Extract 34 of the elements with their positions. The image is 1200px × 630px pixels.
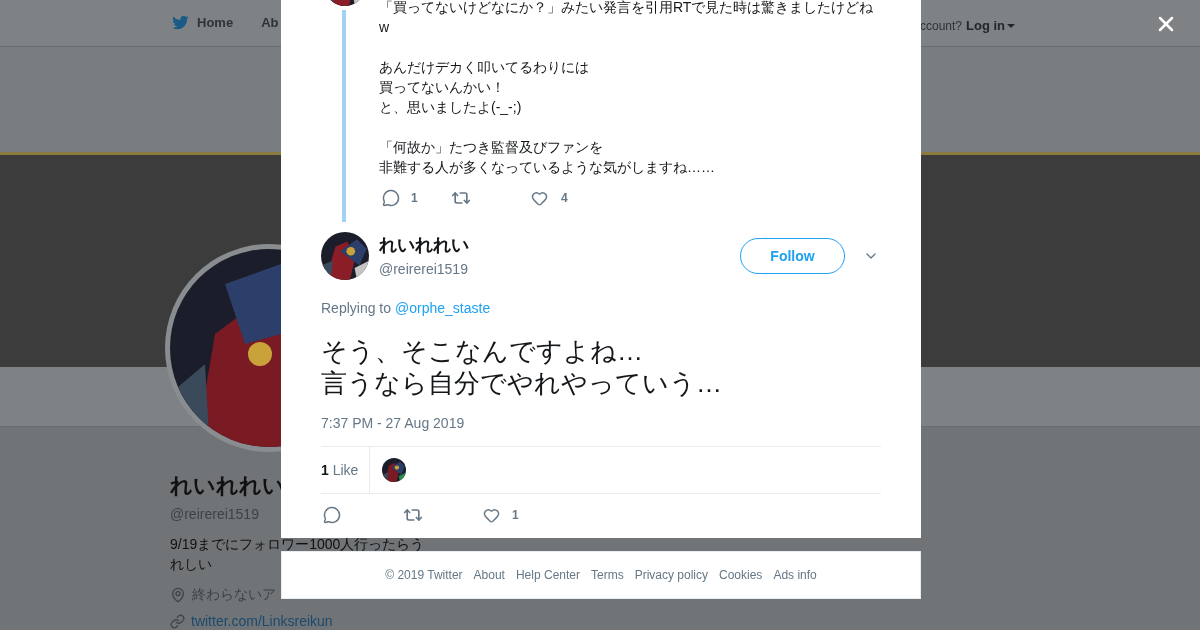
like-icon[interactable] xyxy=(483,506,500,524)
tweet-line: 「何故か」たつき監督及びファンを xyxy=(379,138,603,157)
footer-link[interactable]: Cookies xyxy=(719,566,763,584)
reply-count: 1 xyxy=(411,190,419,207)
author-handle: @reirerei1519 xyxy=(379,260,469,279)
author-name[interactable]: れいれれい xyxy=(379,232,740,259)
footer-link[interactable]: About xyxy=(473,566,505,584)
mention-link[interactable]: @orphe_staste xyxy=(395,298,491,319)
tweet-line: そう、そこなんですよね… xyxy=(321,335,643,367)
footer-link[interactable]: Terms xyxy=(591,566,624,584)
nav-link[interactable]: Home xyxy=(197,13,234,33)
footer-link[interactable]: Privacy policy xyxy=(634,566,708,584)
login-link[interactable]: Log in xyxy=(966,16,1016,36)
like-count: 1 xyxy=(512,507,519,524)
reply-icon[interactable] xyxy=(323,506,341,524)
footer-link[interactable]: Help Center xyxy=(515,566,580,584)
account-prompt: ccount? xyxy=(920,17,963,35)
bird-icon xyxy=(170,14,191,32)
location-icon xyxy=(170,586,186,603)
link-icon xyxy=(170,614,185,629)
replying-label: Replying to xyxy=(321,299,392,318)
tweet-line: 買ってないんかい！ xyxy=(379,78,505,97)
like-icon[interactable] xyxy=(531,189,548,207)
like-summary: 1 Like xyxy=(321,460,360,480)
footer-link[interactable]: Ads info xyxy=(773,566,817,584)
tweet-line: 「買ってないけどなにか？」みたい発言を引用RTで見た時は驚きましたけどねw xyxy=(379,0,875,37)
tweet-time: 7:37 PM - 27 Aug 2019 xyxy=(321,414,466,433)
tweet-line: 非難する人が多くなっているような気がしますね…… xyxy=(379,158,715,177)
like-count: 4 xyxy=(561,190,568,207)
tweet-line: あんだけデカく叩いてるわりには xyxy=(379,58,589,77)
nav-link[interactable]: Ab xyxy=(261,13,279,33)
tweet-line: と、思いましたよ(-_-;) xyxy=(379,98,522,117)
reply-icon[interactable] xyxy=(382,189,400,207)
tweet-line: 言うなら自分でやれやっていう… xyxy=(321,367,722,399)
